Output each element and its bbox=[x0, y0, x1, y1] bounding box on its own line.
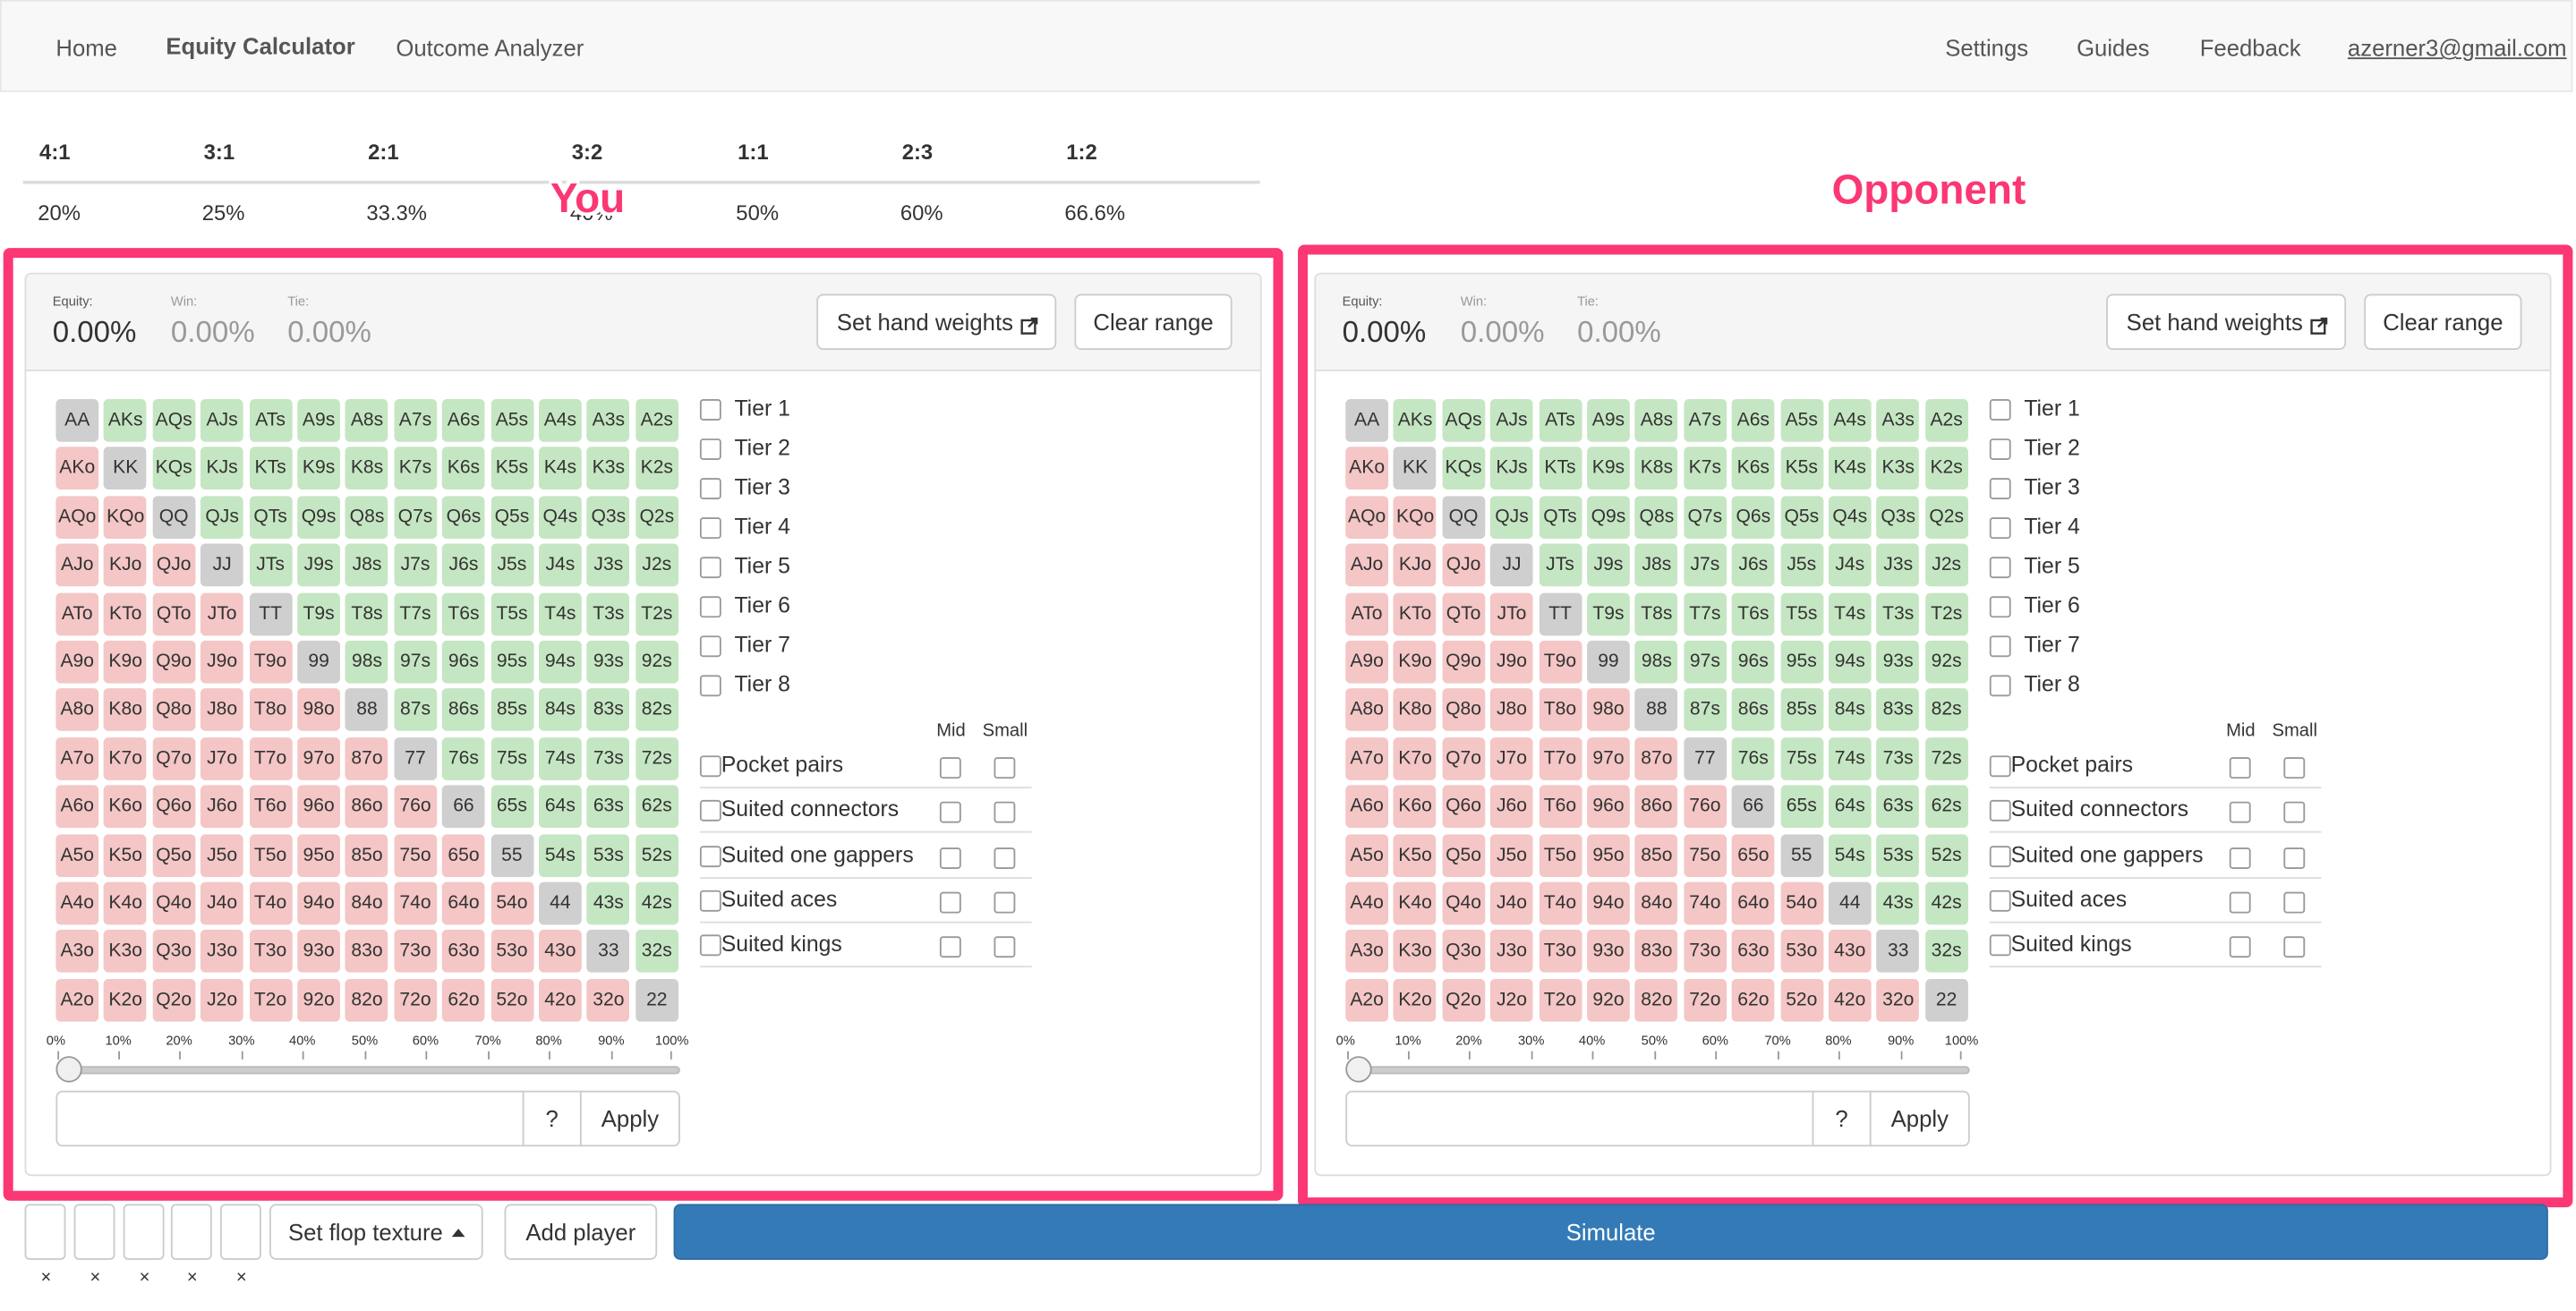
odds-value: 25% bbox=[201, 200, 245, 226]
odds-header: 3:2 bbox=[571, 140, 603, 165]
set-flop-texture-button[interactable]: Set flop texture bbox=[269, 1204, 483, 1260]
odds-header: 2:1 bbox=[368, 140, 399, 165]
set-flop-texture-label: Set flop texture bbox=[287, 1218, 443, 1246]
nav-home-link[interactable]: Home bbox=[55, 35, 117, 61]
odds-value: 66.6% bbox=[1064, 200, 1126, 226]
odds-header: 4:1 bbox=[39, 140, 71, 165]
odds-value: 33.3% bbox=[366, 200, 428, 226]
remove-card-icon[interactable]: × bbox=[187, 1268, 198, 1288]
board-card-slot[interactable] bbox=[73, 1204, 115, 1260]
remove-card-icon[interactable]: × bbox=[40, 1268, 51, 1288]
top-navbar: Home Equity Calculator Outcome Analyzer … bbox=[0, 0, 2573, 92]
remove-card-icon[interactable]: × bbox=[90, 1268, 101, 1288]
odds-divider bbox=[22, 180, 1260, 184]
board-card-slot[interactable] bbox=[123, 1204, 165, 1260]
highlight-box-opponent bbox=[1298, 244, 2573, 1208]
annotation-opponent: Opponent bbox=[1831, 167, 2026, 214]
odds-value: 20% bbox=[38, 200, 81, 226]
nav-equity-calculator-link[interactable]: Equity Calculator bbox=[166, 33, 354, 59]
nav-feedback-link[interactable]: Feedback bbox=[2200, 35, 2301, 61]
add-player-button[interactable]: Add player bbox=[504, 1204, 658, 1260]
board-card-slot[interactable] bbox=[24, 1204, 66, 1260]
nav-outcome-analyzer-link[interactable]: Outcome Analyzer bbox=[396, 35, 584, 61]
nav-guides-link[interactable]: Guides bbox=[2077, 35, 2149, 61]
odds-value: 60% bbox=[900, 200, 943, 226]
odds-header: 1:1 bbox=[738, 140, 769, 165]
odds-header: 2:3 bbox=[901, 140, 934, 165]
highlight-box-you bbox=[3, 248, 1284, 1201]
remove-card-icon[interactable]: × bbox=[140, 1268, 150, 1288]
board-card-slot[interactable] bbox=[219, 1204, 261, 1260]
odds-header: 3:1 bbox=[203, 140, 235, 165]
simulate-button[interactable]: Simulate bbox=[673, 1204, 2548, 1260]
caret-up-icon bbox=[450, 1228, 465, 1237]
remove-card-icon[interactable]: × bbox=[236, 1268, 247, 1288]
board-controls: Set flop texture Add player Simulate × × ×… bbox=[0, 1199, 2576, 1311]
pot-odds-table: 4:1 20% 3:1 25% 2:1 33.3% 3:2 40% 1:1 50% 2:3 60% 1:… bbox=[22, 132, 1260, 236]
odds-value: 50% bbox=[736, 200, 780, 226]
annotation-you: You bbox=[550, 175, 626, 222]
odds-header: 1:2 bbox=[1066, 140, 1097, 165]
nav-settings-link[interactable]: Settings bbox=[1945, 35, 2028, 61]
board-card-slot[interactable] bbox=[170, 1204, 212, 1260]
nav-user-email-link[interactable]: azerner3@gmail.com bbox=[2348, 35, 2567, 61]
